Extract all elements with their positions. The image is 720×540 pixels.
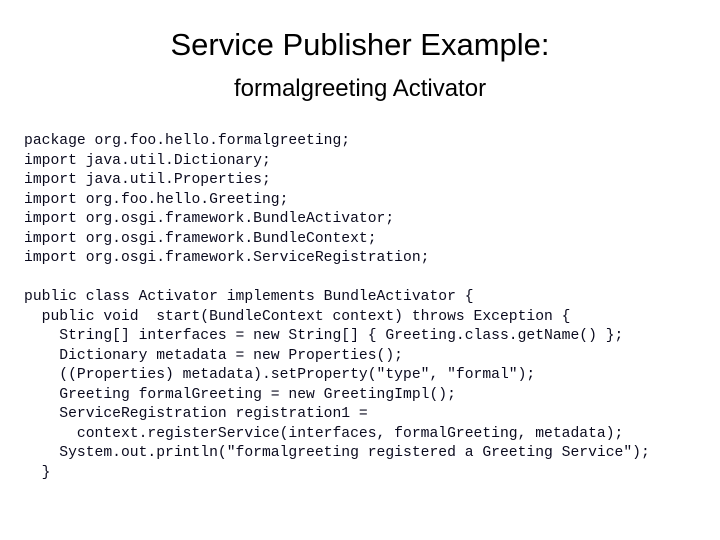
slide-canvas: Service Publisher Example: formalgreetin… [0,0,720,540]
code-line: String[] interfaces = new String[] { Gre… [24,328,624,344]
code-line: Greeting formalGreeting = new GreetingIm… [24,386,456,403]
code-line: import org.osgi.framework.BundleContext; [24,230,377,247]
code-line: import org.osgi.framework.ServiceRegistr… [24,250,430,266]
code-block: package org.foo.hello.formalgreeting; imp… [24,132,720,483]
code-line: ServiceRegistration registration1 = [24,406,368,422]
code-line: public void start(BundleContext context)… [24,308,571,325]
code-line: import java.util.Properties; [24,172,271,188]
page-title: Service Publisher Example: [170,27,550,62]
code-line: Dictionary metadata = new Properties(); [24,347,403,364]
code-line: import org.osgi.framework.BundleActivato… [24,211,395,227]
code-line: System.out.println("formalgreeting regis… [24,445,650,461]
code-line: context.registerService(interfaces, form… [24,425,624,442]
title-block: Service Publisher Example: formalgreetin… [0,26,720,104]
page-subtitle: formalgreeting Activator [233,75,487,102]
code-line: import org.foo.hello.Greeting; [24,191,289,208]
code-line: } [24,464,51,481]
code-line: import java.util.Dictionary; [24,152,271,169]
code-line: ((Properties) metadata).setProperty("typ… [24,367,536,383]
code-line: package org.foo.hello.formalgreeting; [24,133,351,149]
code-line: public class Activator implements Bundle… [24,289,474,305]
